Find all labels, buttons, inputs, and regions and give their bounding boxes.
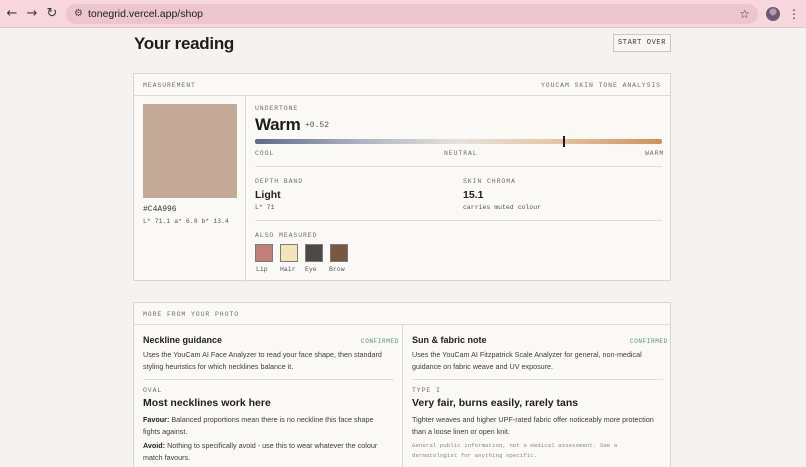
measurement-header-label: MEASUREMENT bbox=[143, 82, 196, 89]
avoid-text: Avoid: Nothing to specifically avoid - u… bbox=[143, 440, 388, 464]
column-divider bbox=[402, 325, 403, 467]
back-arrow-icon[interactable]: ← bbox=[4, 6, 20, 22]
eye-swatch-label: Eye bbox=[305, 266, 317, 273]
divider bbox=[412, 379, 663, 380]
neckline-guidance-title: Neckline guidance bbox=[143, 335, 223, 345]
undertone-label: UNDERTONE bbox=[255, 105, 299, 112]
divider bbox=[143, 379, 394, 380]
depth-band-value: Light bbox=[255, 189, 281, 201]
start-over-button[interactable]: START OVER bbox=[613, 34, 671, 52]
undertone-scale-bar bbox=[255, 139, 662, 144]
medical-disclaimer: General public information, not a medica… bbox=[412, 442, 618, 459]
brow-swatch-label: Brow bbox=[329, 266, 345, 273]
lip-swatch-label: Lip bbox=[256, 266, 268, 273]
neckline-description: Uses the YouCam AI Face Analyzer to read… bbox=[143, 350, 382, 371]
measurement-source-label: YOUCAM SKIN TONE ANALYSIS bbox=[540, 82, 661, 89]
browser-toolbar: ← → ↻ ⚙ tonegrid.vercel.app/shop ☆ ⋮ bbox=[0, 0, 806, 28]
url-text[interactable]: tonegrid.vercel.app/shop bbox=[88, 7, 203, 21]
scale-label-neutral: NEUTRAL bbox=[444, 150, 478, 157]
fitzpatrick-type-tag: TYPE I bbox=[412, 387, 441, 394]
more-header-label: MORE FROM YOUR PHOTO bbox=[143, 311, 240, 318]
profile-avatar[interactable] bbox=[766, 7, 780, 21]
eye-swatch bbox=[305, 244, 323, 262]
address-bar[interactable]: ⚙ tonegrid.vercel.app/shop ☆ bbox=[66, 4, 758, 24]
undertone-scale-marker bbox=[563, 136, 566, 147]
hair-swatch-label: Hair bbox=[280, 266, 296, 273]
undertone-value: Warm bbox=[255, 115, 301, 134]
depth-band-sub: L* 71 bbox=[255, 204, 275, 211]
favour-key: Favour: bbox=[143, 415, 170, 424]
site-info-icon[interactable]: ⚙ bbox=[74, 7, 83, 21]
avoid-key: Avoid: bbox=[143, 441, 166, 450]
more-from-photo-card: MORE FROM YOUR PHOTO Neckline guidance C… bbox=[133, 302, 671, 467]
bookmark-star-icon[interactable]: ☆ bbox=[739, 6, 750, 22]
skin-chroma-value: 15.1 bbox=[463, 189, 484, 201]
skin-swatch-panel: #C4A996 L* 71.1 a* 6.8 b* 13.4 bbox=[134, 96, 246, 282]
divider bbox=[255, 220, 662, 221]
page-title: Your reading bbox=[134, 34, 234, 53]
depth-band-label: DEPTH BAND bbox=[255, 178, 304, 185]
scale-label-warm: WARM bbox=[645, 150, 665, 157]
sun-fabric-title: Sun & fabric note bbox=[412, 335, 487, 345]
also-measured-label: ALSO MEASURED bbox=[255, 232, 318, 239]
neckline-headline: Most necklines work here bbox=[143, 397, 271, 409]
skin-tone-swatch bbox=[143, 104, 237, 198]
fabric-advice: Tighter weaves and higher UPF-rated fabr… bbox=[412, 415, 654, 436]
browser-menu-icon[interactable]: ⋮ bbox=[788, 6, 800, 22]
divider bbox=[255, 166, 662, 167]
reload-icon[interactable]: ↻ bbox=[44, 6, 60, 22]
avoid-value: Nothing to specifically avoid - use this… bbox=[143, 441, 378, 462]
measurement-card: MEASUREMENT YOUCAM SKIN TONE ANALYSIS #C… bbox=[133, 73, 671, 282]
skin-hex-value: #C4A996 bbox=[143, 205, 177, 214]
favour-text: Favour: Balanced proportions mean there … bbox=[143, 414, 388, 438]
brow-swatch bbox=[330, 244, 348, 262]
face-shape-tag: OVAL bbox=[143, 387, 163, 394]
sun-fabric-description: Uses the YouCam AI Fitzpatrick Scale Ana… bbox=[412, 350, 642, 371]
scale-label-cool: COOL bbox=[255, 150, 275, 157]
more-card-header: MORE FROM YOUR PHOTO bbox=[134, 303, 670, 325]
forward-arrow-icon[interactable]: → bbox=[24, 6, 40, 22]
undertone-score: +0.52 bbox=[305, 121, 330, 130]
skin-lab-values: L* 71.1 a* 6.8 b* 13.4 bbox=[143, 218, 229, 225]
skin-chroma-label: SKIN CHROMA bbox=[463, 178, 516, 185]
measurement-card-header: MEASUREMENT YOUCAM SKIN TONE ANALYSIS bbox=[134, 74, 670, 96]
lip-swatch bbox=[255, 244, 273, 262]
sun-confirmed-badge: CONFIRMED bbox=[630, 338, 668, 345]
skin-chroma-sub: carries muted colour bbox=[463, 204, 542, 211]
fitzpatrick-headline: Very fair, burns easily, rarely tans bbox=[412, 397, 579, 409]
hair-swatch bbox=[280, 244, 298, 262]
favour-value: Balanced proportions mean there is no ne… bbox=[143, 415, 374, 436]
neckline-confirmed-badge: CONFIRMED bbox=[361, 338, 399, 345]
